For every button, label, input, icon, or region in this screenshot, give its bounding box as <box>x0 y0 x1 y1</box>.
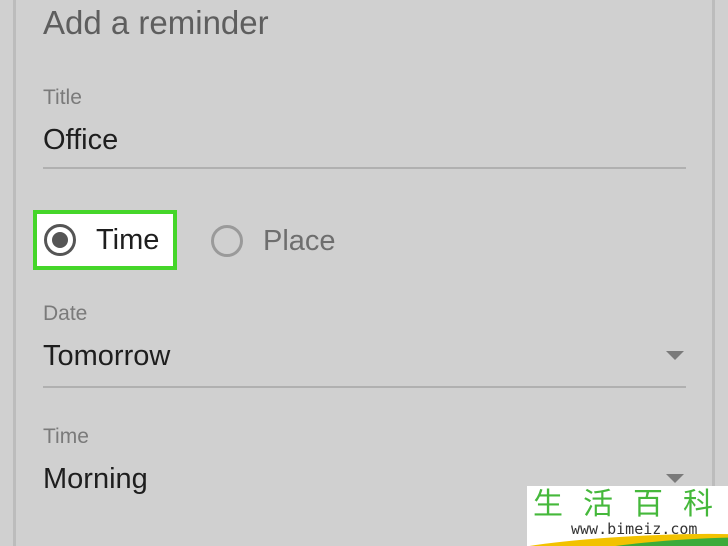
reminder-dialog: Add a reminder Title Office Time Place D… <box>0 0 728 546</box>
radio-checked-icon <box>44 224 76 256</box>
dialog-left-edge <box>13 0 16 546</box>
time-radio-option[interactable]: Time <box>33 210 177 270</box>
time-radio-label: Time <box>96 224 160 256</box>
title-field-label: Title <box>43 86 82 109</box>
date-dropdown-underline <box>43 386 686 388</box>
radio-dot <box>52 232 68 248</box>
caret-down-icon[interactable] <box>666 474 684 483</box>
title-input[interactable]: Office <box>43 122 118 158</box>
time-dropdown[interactable]: Morning <box>43 461 148 497</box>
title-input-underline <box>43 167 686 169</box>
dialog-right-edge <box>712 0 715 546</box>
dialog-title: Add a reminder <box>43 4 269 41</box>
watermark-logo: 生活百科 www.bimeiz.com <box>527 486 728 546</box>
caret-down-icon[interactable] <box>666 351 684 360</box>
date-field-label: Date <box>43 302 88 325</box>
radio-unchecked-icon <box>211 225 243 257</box>
date-dropdown[interactable]: Tomorrow <box>43 338 170 374</box>
place-radio-option[interactable]: Place <box>211 223 336 259</box>
watermark-text: 生活百科 <box>533 488 728 521</box>
place-radio-label: Place <box>263 225 336 257</box>
time-field-label: Time <box>43 425 89 448</box>
watermark-url: www.bimeiz.com <box>571 520 698 538</box>
